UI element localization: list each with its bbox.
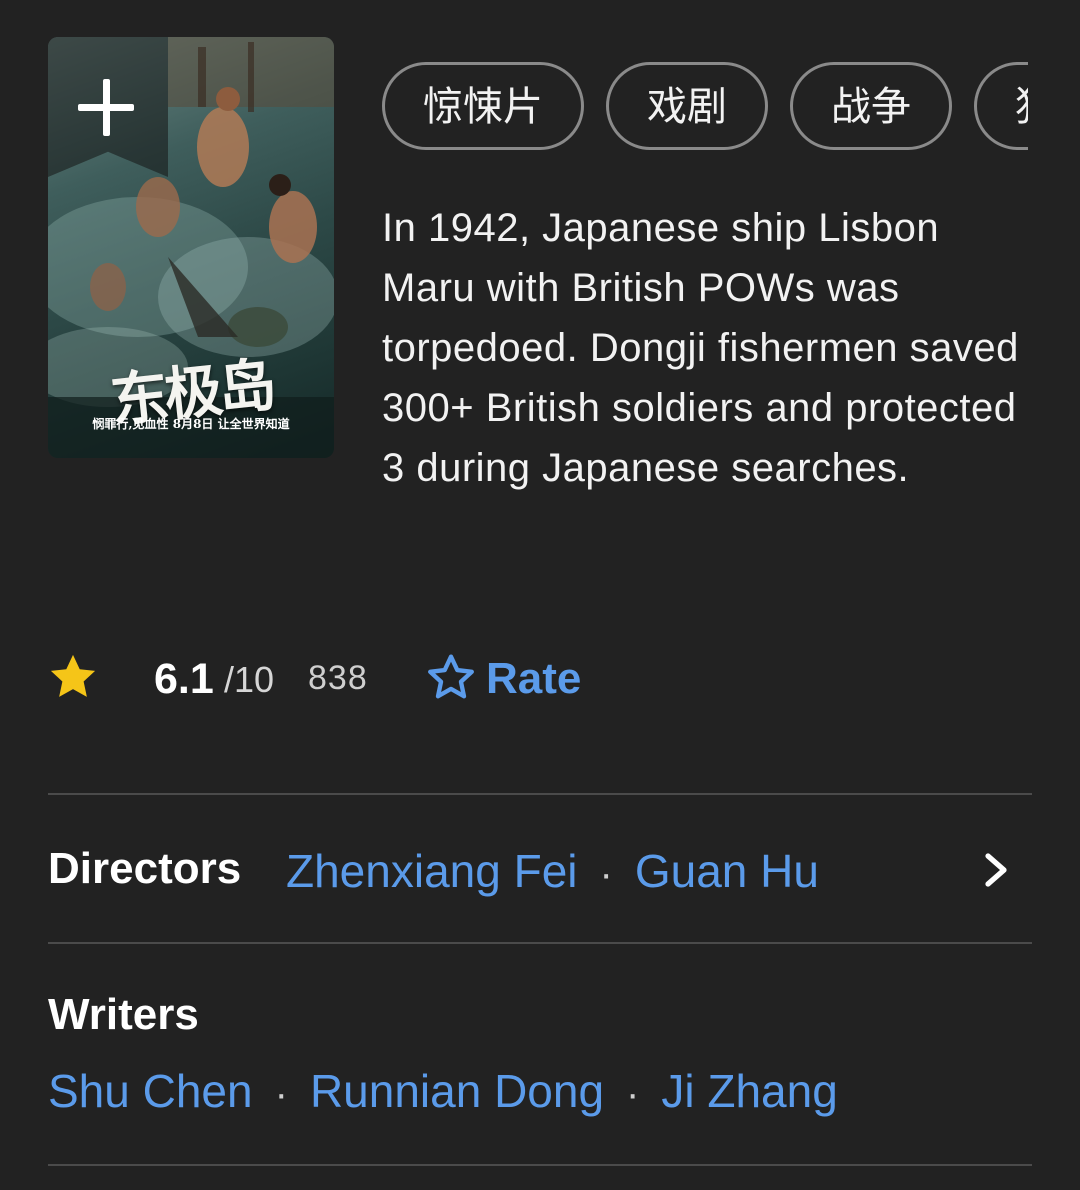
title-detail-page: 东极岛 悯罪行,见血性 8月8日 让全世界知道 惊悚片戏剧战争犯 In 1942… <box>0 0 1080 1190</box>
divider <box>48 793 1032 795</box>
star-filled-icon <box>50 654 96 697</box>
rating-scale: /10 <box>224 659 275 700</box>
writer-link[interactable]: Shu Chen <box>48 1065 253 1117</box>
rating-count: 838 <box>308 659 368 697</box>
plot-description[interactable]: In 1942, Japanese ship Lisbon Maru with … <box>382 198 1042 498</box>
writer-link[interactable]: Runnian Dong <box>310 1065 604 1117</box>
writer-link[interactable]: Ji Zhang <box>661 1065 837 1117</box>
chevron-right-icon[interactable] <box>984 852 1010 888</box>
genre-chip[interactable]: 战争 <box>790 62 952 150</box>
directors-heading: Directors <box>48 844 242 893</box>
rating-row: 6.1 /10 838 Rate <box>46 648 1026 708</box>
directors-row[interactable]: Directors Zhenxiang Fei · Guan Hu <box>48 838 1032 902</box>
genre-chip[interactable]: 惊悚片 <box>382 62 584 150</box>
genre-chip[interactable]: 犯 <box>974 62 1028 150</box>
director-link[interactable]: Guan Hu <box>635 845 819 897</box>
writers-list: Shu Chen · Runnian Dong · Ji Zhang <box>48 1064 838 1118</box>
rate-button[interactable]: Rate <box>486 654 581 704</box>
separator: · <box>599 852 613 896</box>
star-outline-icon[interactable] <box>424 651 478 703</box>
divider <box>48 942 1032 944</box>
directors-list: Zhenxiang Fei · Guan Hu <box>286 844 819 898</box>
director-link[interactable]: Zhenxiang Fei <box>286 845 578 897</box>
writers-heading: Writers <box>48 990 199 1039</box>
genre-chips: 惊悚片戏剧战争犯 <box>382 62 1028 152</box>
divider <box>48 1164 1032 1166</box>
genre-chip[interactable]: 戏剧 <box>606 62 768 150</box>
separator: · <box>626 1072 640 1116</box>
poster-tagline: 悯罪行,见血性 8月8日 让全世界知道 <box>92 417 290 431</box>
rating-value: 6.1 <box>154 655 214 703</box>
separator: · <box>274 1072 288 1116</box>
